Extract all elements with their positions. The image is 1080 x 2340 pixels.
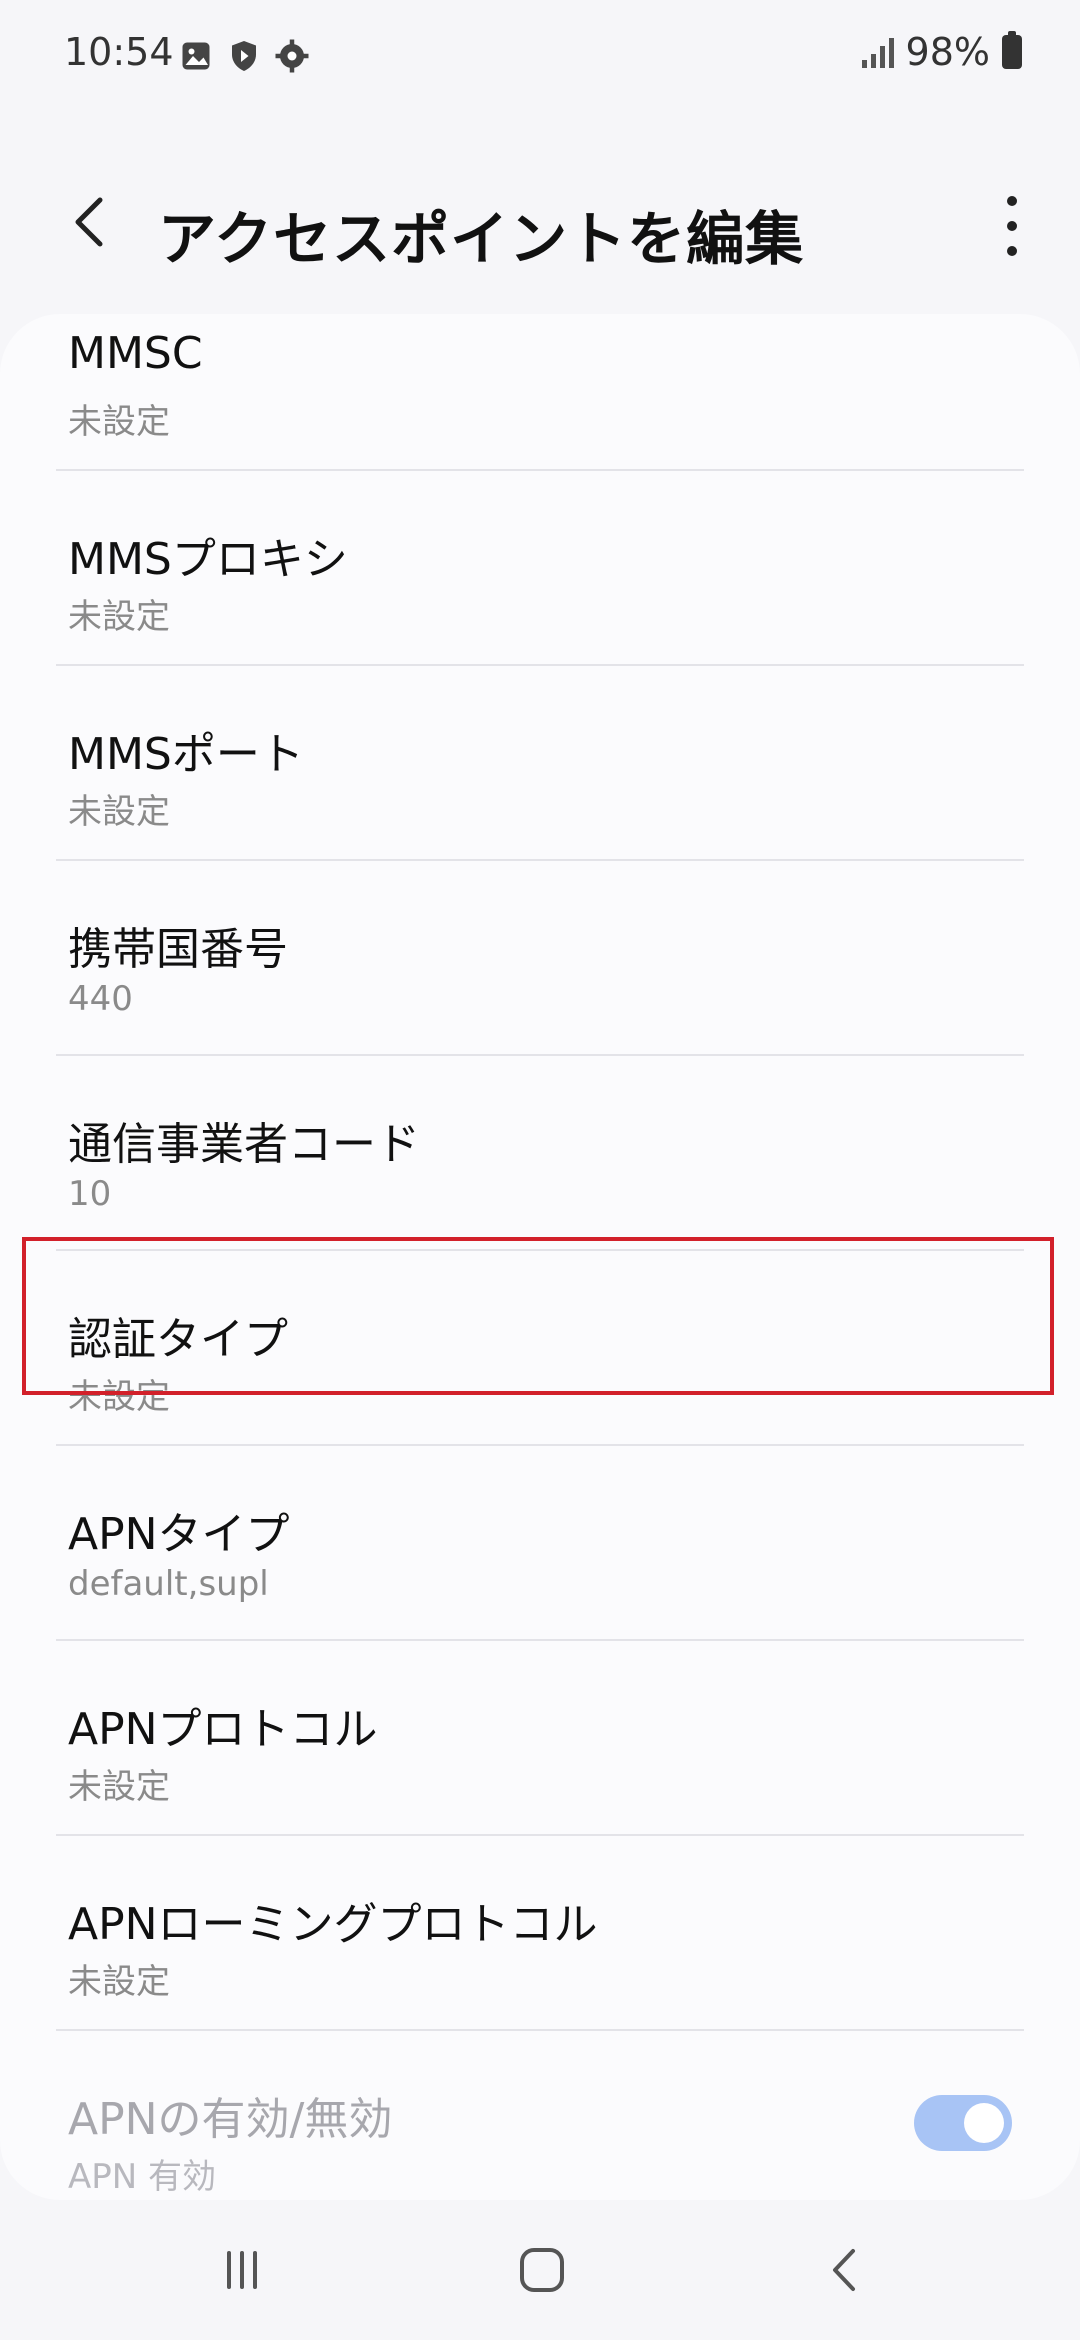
page-title: アクセスポイントを編集 (158, 205, 805, 273)
notification-icons (178, 38, 310, 74)
item-title: MMSポート (68, 729, 304, 780)
list-item-mnc[interactable]: 通信事業者コード 10 (0, 1056, 1080, 1251)
status-time: 10:54 (64, 30, 174, 74)
item-title: 通信事業者コード (68, 1119, 420, 1170)
navigation-bar (0, 2200, 1080, 2340)
item-value: 未設定 (68, 597, 170, 637)
list-item-apn-roaming-protocol[interactable]: APNローミングプロトコル 未設定 (0, 1836, 1080, 2031)
signal-icon (861, 36, 894, 68)
chevron-left-icon (75, 197, 103, 247)
status-right: 98% (861, 30, 1022, 74)
apn-enable-toggle[interactable] (914, 2095, 1012, 2151)
list-item-apn-enable[interactable]: APNの有効/無効 APN 有効 (0, 2031, 1080, 2200)
gallery-icon (182, 42, 210, 70)
item-value: 未設定 (68, 402, 170, 442)
recent-apps-button[interactable] (202, 2230, 282, 2310)
list-item-apn-protocol[interactable]: APNプロトコル 未設定 (0, 1641, 1080, 1836)
item-title: APNプロトコル (68, 1704, 378, 1755)
battery-percent: 98% (905, 30, 990, 74)
item-value: 未設定 (68, 1962, 170, 2002)
item-value: 440 (68, 979, 133, 1019)
item-value: default,supl (68, 1564, 269, 1604)
back-nav-icon (833, 2249, 855, 2291)
item-title: MMSC (68, 328, 203, 379)
toggle-knob (964, 2103, 1004, 2143)
more-vert-icon (1007, 196, 1017, 206)
item-title: APNタイプ (68, 1509, 290, 1560)
home-icon (520, 2248, 564, 2292)
home-button[interactable] (502, 2230, 582, 2310)
list-item-mmsc[interactable]: MMSC 未設定 (0, 314, 1080, 471)
item-value: 未設定 (68, 792, 170, 832)
list-item-mms-proxy[interactable]: MMSプロキシ 未設定 (0, 471, 1080, 666)
highlight-box (22, 1237, 1054, 1395)
recent-apps-icon (227, 2251, 257, 2289)
more-options-button[interactable] (984, 196, 1040, 256)
item-value: 未設定 (68, 1767, 170, 1807)
item-value: APN 有効 (68, 2157, 217, 2197)
shield-play-icon (232, 41, 256, 71)
item-value: 10 (68, 1174, 112, 1214)
battery-icon (1002, 31, 1022, 69)
app-bar: アクセスポイントを編集 (0, 112, 1080, 312)
back-button[interactable] (60, 192, 120, 252)
list-item-apn-type[interactable]: APNタイプ default,supl (0, 1446, 1080, 1641)
item-title: APNの有効/無効 (68, 2094, 393, 2145)
item-title: 携帯国番号 (68, 924, 288, 975)
item-title: APNローミングプロトコル (68, 1899, 598, 1950)
gear-icon (275, 39, 309, 73)
list-item-mms-port[interactable]: MMSポート 未設定 (0, 666, 1080, 861)
back-nav-button[interactable] (806, 2230, 886, 2310)
item-title: MMSプロキシ (68, 534, 348, 585)
list-item-mcc[interactable]: 携帯国番号 440 (0, 861, 1080, 1056)
status-bar: 10:54 98% (0, 0, 1080, 112)
